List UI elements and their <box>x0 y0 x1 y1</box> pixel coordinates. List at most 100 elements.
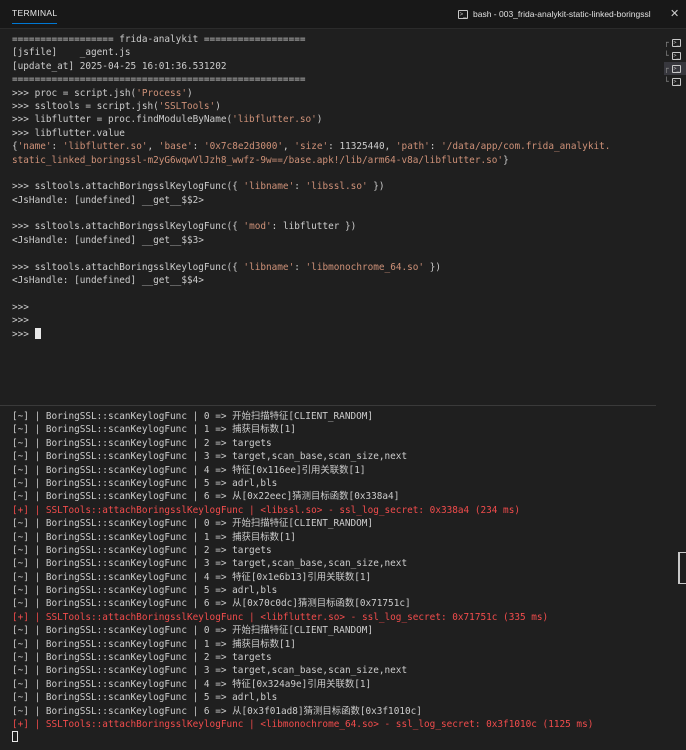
terminal-line: [~] | BoringSSL::scanKeylogFunc | 4 => 特… <box>12 464 656 477</box>
terminal-text: [~] | BoringSSL::scanKeylogFunc | 2 => t… <box>12 544 272 556</box>
terminal-text: [~] | BoringSSL::scanKeylogFunc | 1 => 捕… <box>12 531 296 543</box>
terminal-text: <JsHandle: [undefined] __get__$$3> <box>12 234 204 246</box>
terminal-session-title: bash - 003_frida-analykit-static-linked-… <box>473 9 651 19</box>
terminal-text: static_linked_boringssl-m2yG6wqwVlJzh8_w… <box>12 154 504 166</box>
terminal-line: [~] | BoringSSL::scanKeylogFunc | 1 => 捕… <box>12 638 656 651</box>
terminal-text: <JsHandle: [undefined] __get__$$2> <box>12 194 204 206</box>
terminal-text: ) <box>215 100 221 112</box>
terminal-text: 'libflutter.so' <box>232 114 317 126</box>
terminal-instance-item[interactable]: └ >_ <box>664 49 686 62</box>
terminal-text: 'libname' <box>243 261 295 273</box>
terminal-line: ========================================… <box>12 73 656 86</box>
terminal-line: >>> <box>12 314 656 327</box>
terminal-output: ================== frida-analykit ======… <box>0 29 656 341</box>
terminal-text: [~] | BoringSSL::scanKeylogFunc | 3 => t… <box>12 665 408 677</box>
terminal-text: 'path' <box>395 141 430 153</box>
close-icon[interactable]: ✕ <box>670 7 679 20</box>
terminal-pane-bottom[interactable]: [~] | BoringSSL::scanKeylogFunc | 0 => 开… <box>0 406 656 750</box>
log-output: [~] | BoringSSL::scanKeylogFunc | 0 => 开… <box>0 406 656 745</box>
terminal-text: : <box>51 141 63 153</box>
terminal-line: <JsHandle: [undefined] __get__$$2> <box>12 194 656 207</box>
terminal-text: >>> ssltools = script.jsh( <box>12 100 159 112</box>
terminal-text: [~] | BoringSSL::scanKeylogFunc | 6 => 从… <box>12 705 422 717</box>
terminal-instance-item[interactable]: ┌ >_ <box>664 62 686 75</box>
terminal-line: >>> libflutter = proc.findModuleByName('… <box>12 113 656 126</box>
terminal-text: >>> ssltools.attachBoringsslKeylogFunc({ <box>12 261 244 273</box>
terminal-line: >>> ssltools.attachBoringsslKeylogFunc({… <box>12 180 656 193</box>
terminal-text: 'libmonochrome_64.so' <box>305 261 425 273</box>
terminal-instance-item[interactable]: └ >_ <box>664 75 686 88</box>
terminal-line: [~] | BoringSSL::scanKeylogFunc | 2 => t… <box>12 437 656 450</box>
terminal-line: [~] | BoringSSL::scanKeylogFunc | 0 => 开… <box>12 410 656 423</box>
terminal-text: [jsfile] _agent.js <box>12 47 131 59</box>
terminal-line: <JsHandle: [undefined] __get__$$3> <box>12 234 656 247</box>
terminal-text: 'libflutter.so' <box>62 141 148 153</box>
terminal-line: [~] | BoringSSL::scanKeylogFunc | 4 => 特… <box>12 678 656 691</box>
terminal-pane-top[interactable]: ================== frida-analykit ======… <box>0 29 656 405</box>
terminal-text: 'Process' <box>136 87 187 99</box>
terminal-session-selector[interactable]: >_ bash - 003_frida-analykit-static-link… <box>458 9 651 19</box>
terminal-icon: >_ <box>672 38 681 47</box>
terminal-text: ) <box>316 114 323 126</box>
terminal-line: [~] | BoringSSL::scanKeylogFunc | 3 => t… <box>12 557 656 570</box>
terminal-line: [~] | BoringSSL::scanKeylogFunc | 2 => t… <box>12 544 656 557</box>
terminal-line: ================== frida-analykit ======… <box>12 33 656 46</box>
terminal-line: static_linked_boringssl-m2yG6wqwVlJzh8_w… <box>12 154 656 167</box>
terminal-line: [~] | BoringSSL::scanKeylogFunc | 2 => t… <box>12 651 656 664</box>
terminal-text: : <box>294 181 306 193</box>
terminal-text: [~] | BoringSSL::scanKeylogFunc | 5 => a… <box>12 477 278 489</box>
terminal-line: >>> <box>12 301 656 314</box>
terminal-text: >>> libflutter.value <box>12 127 125 139</box>
terminal-line: [jsfile] _agent.js <box>12 46 656 59</box>
terminal-text: , <box>147 141 159 153</box>
terminal-text: [~] | BoringSSL::scanKeylogFunc | 0 => 开… <box>12 518 374 530</box>
terminal-text: }) <box>367 181 385 193</box>
terminal-line: [~] | BoringSSL::scanKeylogFunc | 1 => 捕… <box>12 423 656 436</box>
terminal-icon: >_ <box>458 9 468 19</box>
cursor <box>12 731 18 743</box>
terminal-line: [+] | SSLTools::attachBoringsslKeylogFun… <box>12 504 656 517</box>
tab-terminal[interactable]: TERMINAL <box>12 8 58 24</box>
terminal-text: ========================================… <box>12 74 306 86</box>
terminal-line: [~] | BoringSSL::scanKeylogFunc | 6 => 从… <box>12 705 656 718</box>
terminal-text: ) <box>187 87 193 99</box>
terminal-text: : <box>429 141 442 153</box>
terminal-line: >>> ssltools = script.jsh('SSLTools') <box>12 100 656 113</box>
terminal-line: [~] | BoringSSL::scanKeylogFunc | 1 => 捕… <box>12 531 656 544</box>
terminal-text: [~] | BoringSSL::scanKeylogFunc | 2 => t… <box>12 652 272 664</box>
terminal-line: [~] | BoringSSL::scanKeylogFunc | 0 => 开… <box>12 517 656 530</box>
terminal-text: >>> ssltools.attachBoringsslKeylogFunc({ <box>12 181 244 193</box>
terminal-text: 'SSLTools' <box>158 100 216 112</box>
terminal-text: 'libssl.so' <box>305 181 368 193</box>
terminal-text: [~] | BoringSSL::scanKeylogFunc | 6 => 从… <box>12 491 400 503</box>
terminal-line: >>> ssltools.attachBoringsslKeylogFunc({… <box>12 220 656 233</box>
terminal-text: <JsHandle: [undefined] __get__$$4> <box>12 275 204 287</box>
terminal-text: '/data/app/com.frida_analykit. <box>441 141 611 153</box>
terminal-text: [~] | BoringSSL::scanKeylogFunc | 0 => 开… <box>12 411 374 422</box>
terminal-instance-item[interactable]: ┌ >_ <box>664 36 686 49</box>
terminal-text: [~] | BoringSSL::scanKeylogFunc | 2 => t… <box>12 437 272 449</box>
terminal-text: [+] | SSLTools::attachBoringsslKeylogFun… <box>12 611 549 623</box>
terminal-line: <JsHandle: [undefined] __get__$$4> <box>12 274 656 287</box>
terminal-text: ================== frida-analykit ======… <box>12 34 306 45</box>
terminal-text: 'size' <box>294 141 329 153</box>
terminal-text: >>> <box>12 328 35 340</box>
terminal-line: [~] | BoringSSL::scanKeylogFunc | 3 => t… <box>12 450 656 463</box>
terminal-text: [~] | BoringSSL::scanKeylogFunc | 3 => t… <box>12 451 408 463</box>
terminal-text: 'mod' <box>243 221 272 233</box>
terminal-text: >>> ssltools.attachBoringsslKeylogFunc({ <box>12 221 244 233</box>
terminal-text: [~] | BoringSSL::scanKeylogFunc | 4 => 特… <box>12 678 372 690</box>
terminal-line: {'name': 'libflutter.so', 'base': '0x7c8… <box>12 140 656 153</box>
terminal-text: }) <box>424 261 441 273</box>
terminal-text: [~] | BoringSSL::scanKeylogFunc | 6 => 从… <box>12 598 411 610</box>
terminal-line: >>> proc = script.jsh('Process') <box>12 87 656 100</box>
terminal-line: [~] | BoringSSL::scanKeylogFunc | 5 => a… <box>12 477 656 490</box>
terminal-text: , <box>283 141 295 153</box>
terminal-text: >>> libflutter = proc.findModuleByName( <box>12 114 233 126</box>
terminal-line: >>> libflutter.value <box>12 127 656 140</box>
terminal-text: [~] | BoringSSL::scanKeylogFunc | 5 => a… <box>12 585 278 597</box>
terminal-text: [~] | BoringSSL::scanKeylogFunc | 1 => 捕… <box>12 638 296 650</box>
